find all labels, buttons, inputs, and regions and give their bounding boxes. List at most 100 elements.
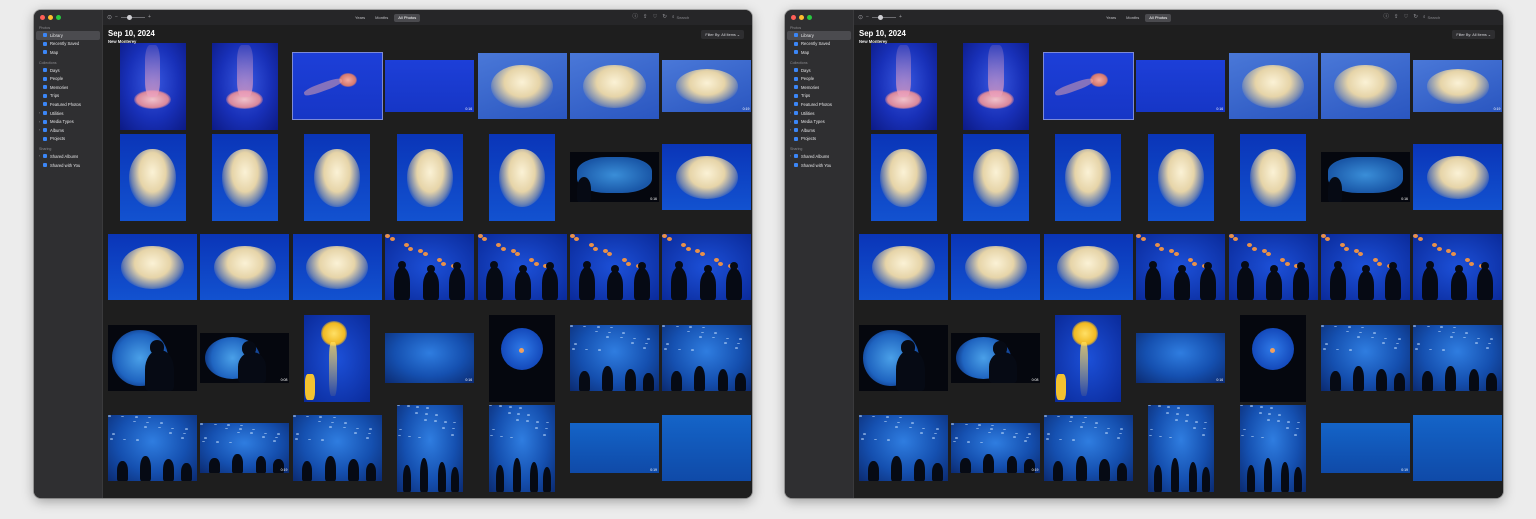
sidebar-item-people[interactable]: People: [787, 74, 851, 83]
share-icon[interactable]: ⇪: [643, 14, 648, 21]
photo-thumbnail[interactable]: [1321, 53, 1410, 119]
photo-thumbnail[interactable]: 0:19: [570, 423, 659, 473]
photo-thumbnail[interactable]: 0:16: [1136, 333, 1226, 383]
photo-thumbnail[interactable]: 0:16: [1321, 152, 1410, 202]
zoom-in-icon[interactable]: +: [899, 15, 902, 20]
photo-thumbnail[interactable]: 0:19: [951, 423, 1041, 473]
photo-thumbnail[interactable]: [477, 53, 567, 119]
photo-thumbnail[interactable]: [570, 325, 659, 391]
sidebar-item-shared-with-you[interactable]: Shared with You: [36, 161, 100, 170]
sidebar-item-days[interactable]: Days: [36, 66, 100, 75]
photo-thumbnail[interactable]: [870, 42, 937, 130]
photo-thumbnail[interactable]: [662, 144, 752, 210]
tab-all-photos[interactable]: All Photos: [394, 13, 421, 22]
photo-thumbnail[interactable]: [1413, 234, 1503, 300]
close-window-button[interactable]: [791, 15, 796, 20]
photo-thumbnail[interactable]: [119, 42, 186, 130]
photo-thumbnail[interactable]: [1228, 234, 1318, 300]
photo-thumbnail[interactable]: 0:16: [1136, 60, 1226, 112]
photo-thumbnail[interactable]: [662, 234, 752, 300]
photo-thumbnail[interactable]: [396, 133, 463, 221]
sidebar-item-days[interactable]: Days: [787, 66, 851, 75]
photo-thumbnail[interactable]: [1240, 404, 1307, 492]
photo-thumbnail[interactable]: [662, 325, 752, 391]
zoom-out-icon[interactable]: −: [866, 15, 869, 20]
photo-thumbnail[interactable]: [489, 404, 556, 492]
slideshow-icon[interactable]: ⊙: [107, 15, 112, 21]
photo-thumbnail[interactable]: 0:16: [385, 333, 475, 383]
photo-thumbnail[interactable]: [1413, 415, 1503, 481]
rotate-icon[interactable]: ↻: [1413, 14, 1418, 21]
tab-months[interactable]: Months: [1122, 14, 1143, 22]
photo-thumbnail[interactable]: [304, 314, 371, 402]
photo-thumbnail[interactable]: [1413, 325, 1503, 391]
photo-thumbnail[interactable]: [870, 133, 937, 221]
photo-thumbnail[interactable]: [1413, 144, 1503, 210]
sidebar-item-media-types[interactable]: › Media Types: [787, 117, 851, 126]
sidebar-item-featured-photos[interactable]: Featured Photos: [787, 100, 851, 109]
search-field[interactable]: ⌕ Search: [672, 15, 744, 20]
photo-thumbnail[interactable]: [662, 415, 752, 481]
photo-thumbnail[interactable]: [859, 234, 948, 300]
photo-thumbnail[interactable]: [1043, 415, 1133, 481]
photo-thumbnail[interactable]: [1043, 234, 1133, 300]
photo-thumbnail[interactable]: [396, 404, 463, 492]
favorite-icon[interactable]: ♡: [1403, 14, 1408, 21]
photo-thumbnail[interactable]: [962, 133, 1029, 221]
minimize-window-button[interactable]: [799, 15, 804, 20]
info-icon[interactable]: ⓘ: [632, 14, 638, 21]
sidebar-item-albums[interactable]: › Albums: [36, 126, 100, 135]
minimize-window-button[interactable]: [48, 15, 53, 20]
tab-all-photos[interactable]: All Photos: [1145, 13, 1172, 22]
sidebar-item-albums[interactable]: › Albums: [787, 126, 851, 135]
sidebar-item-recently-saved[interactable]: Recently Saved: [787, 40, 851, 49]
photo-thumbnail[interactable]: [489, 314, 556, 402]
photo-thumbnail[interactable]: [292, 234, 382, 300]
photo-thumbnail[interactable]: [108, 415, 197, 481]
sidebar-item-utilities[interactable]: › Utilities: [36, 109, 100, 118]
sidebar-item-shared-albums[interactable]: › Shared Albums: [787, 152, 851, 161]
sidebar-item-projects[interactable]: Projects: [787, 135, 851, 144]
sidebar-item-library[interactable]: Library: [36, 31, 100, 40]
photo-thumbnail[interactable]: [859, 325, 948, 391]
photo-thumbnail[interactable]: [1240, 133, 1307, 221]
sidebar-item-trips[interactable]: Trips: [36, 92, 100, 101]
sidebar-item-media-types[interactable]: › Media Types: [36, 117, 100, 126]
photo-thumbnail[interactable]: 0:08: [200, 333, 290, 383]
sidebar-item-memories[interactable]: Memories: [787, 83, 851, 92]
sidebar-item-shared-with-you[interactable]: Shared with You: [787, 161, 851, 170]
photo-thumbnail[interactable]: 0:19: [1413, 60, 1503, 112]
photo-thumbnail[interactable]: [1321, 234, 1410, 300]
photo-thumbnail[interactable]: [489, 133, 556, 221]
tab-years[interactable]: Years: [1102, 14, 1120, 22]
photo-thumbnail[interactable]: [570, 234, 659, 300]
photo-thumbnail[interactable]: 0:19: [200, 423, 290, 473]
photo-thumbnail[interactable]: [1055, 133, 1122, 221]
photo-thumbnail[interactable]: [1147, 133, 1214, 221]
zoom-in-icon[interactable]: +: [148, 15, 151, 20]
photo-thumbnail[interactable]: 0:19: [662, 60, 752, 112]
photo-thumbnail[interactable]: [211, 42, 278, 130]
photo-thumbnail[interactable]: 0:16: [385, 60, 475, 112]
sidebar-item-library[interactable]: Library: [787, 31, 851, 40]
zoom-slider-thumb[interactable]: [126, 15, 132, 20]
close-window-button[interactable]: [40, 15, 45, 20]
photo-thumbnail[interactable]: [1136, 234, 1226, 300]
sidebar-item-recently-saved[interactable]: Recently Saved: [36, 40, 100, 49]
photo-thumbnail[interactable]: [292, 415, 382, 481]
sidebar-item-projects[interactable]: Projects: [36, 135, 100, 144]
zoom-slider-thumb[interactable]: [877, 15, 883, 20]
sidebar-item-map[interactable]: Map: [787, 48, 851, 57]
photo-thumbnail[interactable]: [200, 234, 290, 300]
photo-thumbnail[interactable]: [1147, 404, 1214, 492]
photo-thumbnail[interactable]: [304, 133, 371, 221]
sidebar-item-utilities[interactable]: › Utilities: [787, 109, 851, 118]
photo-thumbnail[interactable]: 0:16: [570, 152, 659, 202]
sidebar-item-featured-photos[interactable]: Featured Photos: [36, 100, 100, 109]
sidebar-item-map[interactable]: Map: [36, 48, 100, 57]
photo-thumbnail[interactable]: [477, 234, 567, 300]
maximize-window-button[interactable]: [807, 15, 812, 20]
photo-thumbnail[interactable]: [108, 325, 197, 391]
photo-thumbnail[interactable]: [951, 234, 1041, 300]
tab-years[interactable]: Years: [351, 14, 369, 22]
